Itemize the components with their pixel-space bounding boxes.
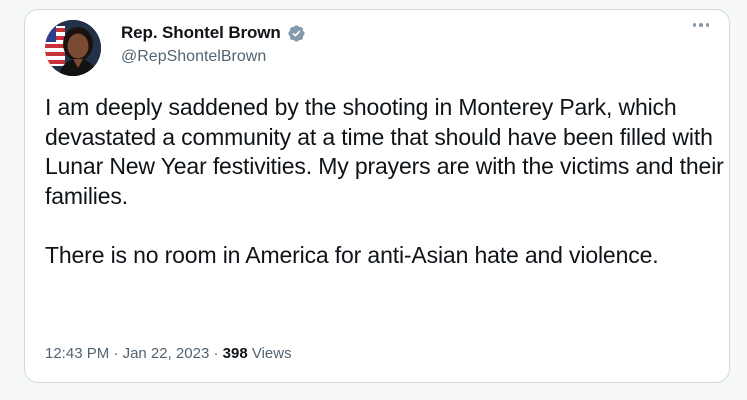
- views-label: Views: [251, 345, 292, 362]
- avatar-image: [45, 20, 101, 76]
- tweet-time[interactable]: 12:43 PM: [45, 345, 109, 362]
- more-options-button[interactable]: [687, 14, 715, 36]
- author-handle[interactable]: @RepShontelBrown: [121, 48, 266, 66]
- tweet-text: I am deeply saddened by the shooting in …: [45, 93, 725, 270]
- verified-badge-icon: [287, 24, 306, 43]
- tweet-paragraph: There is no room in America for anti-Asi…: [45, 241, 659, 268]
- meta-separator: ·: [109, 345, 123, 362]
- tweet-date[interactable]: Jan 22, 2023: [123, 345, 210, 362]
- more-dots-icon-dot: [699, 23, 703, 27]
- more-dots-icon-dot: [705, 23, 710, 27]
- tweet-card[interactable]: Rep. Shontel Brown @RepShontelBrown I am…: [24, 9, 730, 383]
- author-display-name[interactable]: Rep. Shontel Brown: [121, 23, 281, 43]
- views-count: 398: [222, 345, 248, 362]
- more-dots-icon: [692, 23, 697, 27]
- tweet-metadata: 12:43 PM · Jan 22, 2023 · 398 Views: [45, 345, 292, 362]
- meta-separator: ·: [209, 345, 223, 362]
- profile-avatar[interactable]: [45, 20, 101, 76]
- tweet-paragraph: I am deeply saddened by the shooting in …: [45, 94, 724, 209]
